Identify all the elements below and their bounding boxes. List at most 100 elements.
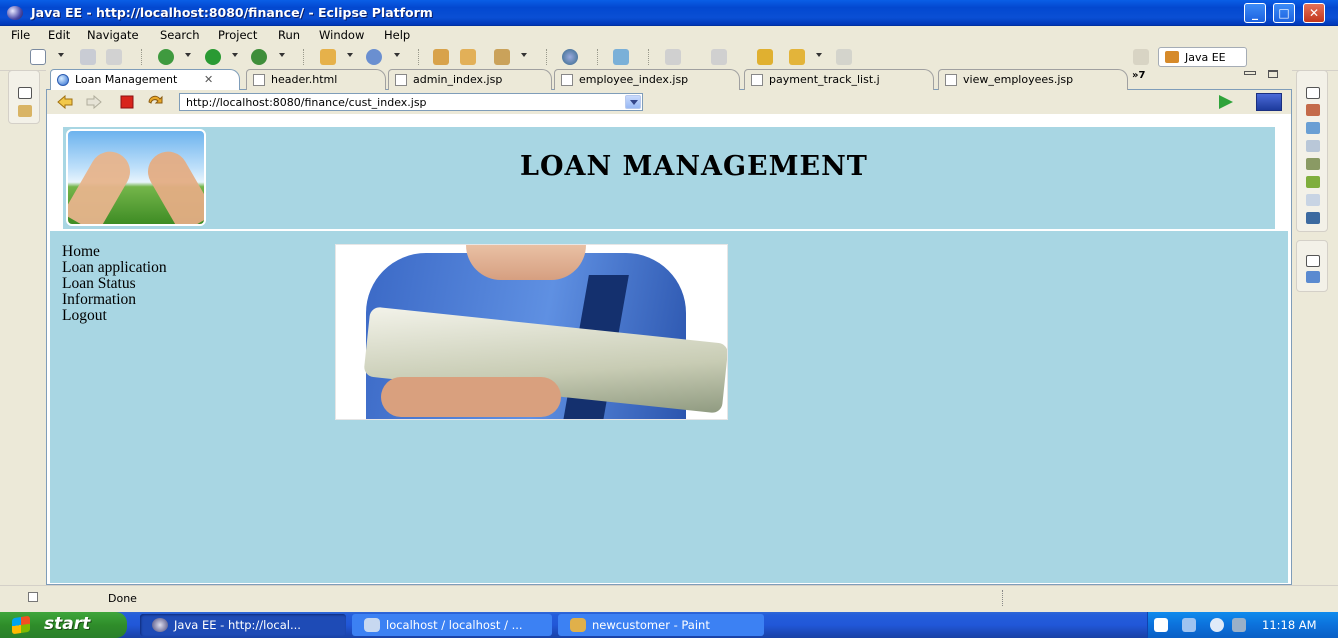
last-edit-location-icon[interactable] — [757, 49, 773, 65]
data-source-icon[interactable] — [1306, 158, 1320, 170]
new-server-dropdown-icon[interactable] — [347, 53, 353, 57]
menu-help[interactable]: Help — [384, 26, 410, 44]
run-dropdown-icon[interactable] — [232, 53, 238, 57]
nav-link-logout[interactable]: Logout — [62, 308, 167, 324]
show-hidden-icons-icon[interactable] — [1210, 618, 1224, 632]
menu-navigate[interactable]: Navigate — [87, 26, 139, 44]
browser-options-icon[interactable] — [1256, 93, 1282, 111]
start-button[interactable]: start — [0, 612, 127, 638]
outline-icon[interactable] — [1306, 271, 1320, 283]
tab-header-html[interactable]: header.html — [246, 69, 386, 90]
fast-view-icon[interactable] — [28, 592, 38, 602]
previous-annotation-icon[interactable] — [711, 49, 727, 65]
restore-icon[interactable] — [18, 87, 32, 99]
browser-back-icon[interactable] — [57, 95, 73, 109]
next-annotation-icon[interactable] — [665, 49, 681, 65]
browser-forward-icon[interactable] — [86, 95, 102, 109]
project-explorer-icon[interactable] — [18, 105, 32, 117]
main-toolbar — [0, 44, 1338, 71]
markers-icon[interactable] — [1306, 104, 1320, 116]
snippets-icon[interactable] — [1306, 176, 1320, 188]
logo-hand-left — [68, 144, 138, 224]
open-perspective-icon[interactable] — [1133, 49, 1149, 65]
help-icon[interactable] — [1154, 618, 1168, 632]
go-icon[interactable] — [1219, 95, 1233, 109]
url-input[interactable] — [182, 95, 622, 109]
new-web-service-icon[interactable] — [366, 49, 382, 65]
nav-link-home[interactable]: Home — [62, 244, 167, 260]
print-icon[interactable] — [106, 49, 122, 65]
back-icon[interactable] — [789, 49, 805, 65]
file-icon — [751, 74, 763, 86]
forward-icon[interactable] — [836, 49, 852, 65]
volume-icon[interactable] — [1232, 618, 1246, 632]
minimize-button[interactable]: _ — [1244, 3, 1266, 23]
new-icon[interactable] — [30, 49, 46, 65]
debug-icon[interactable] — [158, 49, 174, 65]
network-icon[interactable] — [1182, 618, 1196, 632]
menu-file[interactable]: File — [11, 26, 30, 44]
new-dropdown-icon[interactable] — [58, 53, 64, 57]
synchronize-icon[interactable] — [613, 49, 629, 65]
console-icon[interactable] — [1306, 212, 1320, 224]
external-tools-icon[interactable] — [251, 49, 267, 65]
taskbar-button-paint[interactable]: newcustomer - Paint — [558, 614, 764, 636]
restore-icon[interactable] — [1306, 87, 1320, 99]
tab-employee-index[interactable]: employee_index.jsp — [554, 69, 740, 90]
taskbar-button-localhost[interactable]: localhost / localhost / ... — [352, 614, 552, 636]
restore-icon[interactable] — [1306, 255, 1320, 267]
file-icon — [561, 74, 573, 86]
web-browser-icon[interactable] — [562, 49, 578, 65]
nav-link-information[interactable]: Information — [62, 292, 167, 308]
maximize-editor-icon[interactable] — [1268, 70, 1278, 78]
maximize-button[interactable]: □ — [1273, 3, 1295, 23]
open-type-icon[interactable] — [433, 49, 449, 65]
properties-icon[interactable] — [1306, 122, 1320, 134]
url-history-dropdown-icon[interactable] — [625, 95, 641, 109]
url-field[interactable] — [179, 93, 643, 111]
editor-tabs: Loan Management ✕ header.html admin_inde… — [46, 69, 1292, 90]
tab-label: payment_track_list.j — [769, 73, 880, 86]
run-icon[interactable] — [205, 49, 221, 65]
photo-hand — [381, 377, 561, 417]
browser-refresh-icon[interactable] — [147, 95, 163, 109]
close-tab-icon[interactable]: ✕ — [204, 70, 213, 89]
menu-run[interactable]: Run — [278, 26, 300, 44]
toolbar-separator — [418, 49, 420, 65]
clock: 11:18 AM — [1262, 618, 1317, 632]
save-icon[interactable] — [80, 49, 96, 65]
menu-window[interactable]: Window — [319, 26, 364, 44]
tabs-overflow-button[interactable]: »7 — [1132, 70, 1145, 81]
minimize-editor-icon[interactable] — [1244, 71, 1256, 75]
search-tool-icon[interactable] — [494, 49, 510, 65]
perspective-java-ee[interactable]: Java EE — [1158, 47, 1247, 67]
tab-loan-management[interactable]: Loan Management ✕ — [50, 69, 240, 90]
menu-project[interactable]: Project — [218, 26, 257, 44]
browser-stop-icon[interactable] — [119, 95, 135, 109]
tab-admin-index[interactable]: admin_index.jsp — [388, 69, 552, 90]
right-trim-stack — [1296, 70, 1328, 232]
external-tools-dropdown-icon[interactable] — [279, 53, 285, 57]
tab-view-employees[interactable]: view_employees.jsp — [938, 69, 1128, 90]
nav-link-loan-status[interactable]: Loan Status — [62, 276, 167, 292]
open-resource-icon[interactable] — [460, 49, 476, 65]
browser-window-icon — [364, 618, 380, 632]
close-button[interactable]: ✕ — [1303, 3, 1325, 23]
paint-icon — [570, 618, 586, 632]
menu-search[interactable]: Search — [160, 26, 200, 44]
menu-edit[interactable]: Edit — [48, 26, 70, 44]
status-text: Done — [108, 592, 137, 605]
taskbar-button-eclipse[interactable]: Java EE - http://local... — [140, 614, 346, 636]
tab-payment-track-list[interactable]: payment_track_list.j — [744, 69, 934, 90]
new-server-icon[interactable] — [320, 49, 336, 65]
problems-icon[interactable] — [1306, 194, 1320, 206]
window-title: Java EE - http://localhost:8080/finance/… — [31, 5, 433, 20]
title-bar[interactable]: Java EE - http://localhost:8080/finance/… — [0, 0, 1338, 26]
debug-dropdown-icon[interactable] — [185, 53, 191, 57]
search-dropdown-icon[interactable] — [521, 53, 527, 57]
toolbar-separator — [648, 49, 650, 65]
back-dropdown-icon[interactable] — [816, 53, 822, 57]
nav-link-loan-application[interactable]: Loan application — [62, 260, 167, 276]
servers-icon[interactable] — [1306, 140, 1320, 152]
web-service-dropdown-icon[interactable] — [394, 53, 400, 57]
